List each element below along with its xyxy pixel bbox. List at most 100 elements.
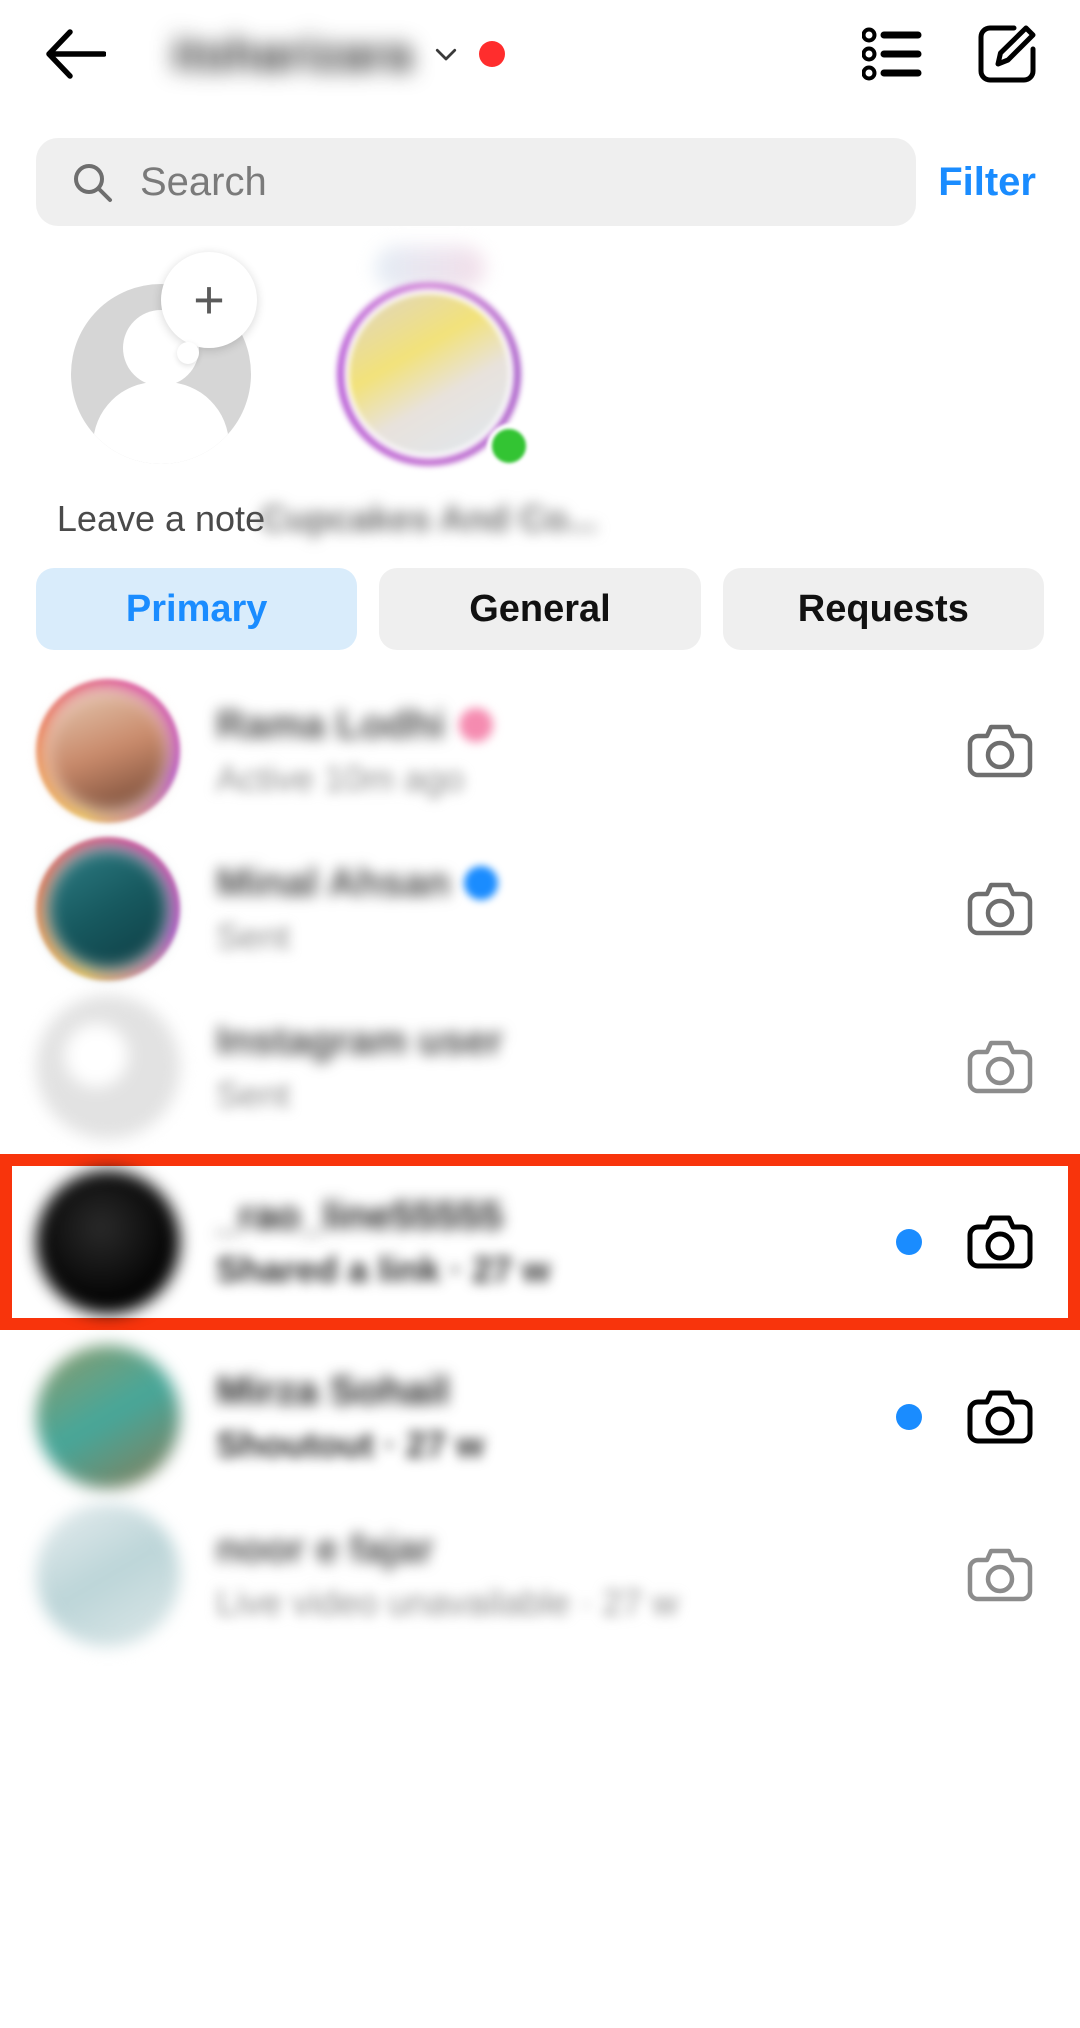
conversation-row[interactable]: Instagram user Sent [0,988,1080,1146]
name-line: noor e fajar [216,1527,678,1572]
tab-primary[interactable]: Primary [36,568,358,650]
conversation-row[interactable]: Minal Ahsan Sent [0,830,1080,988]
conversation-row-highlighted[interactable]: _rao_line55555 Shared a link · 27 w [0,1154,1080,1330]
row-actions [964,1031,1036,1103]
name-line: Mirza Sohail [216,1369,484,1414]
verified-badge-icon [464,866,499,900]
avatar-image [36,1503,180,1647]
camera-button[interactable] [964,1031,1036,1103]
message-preview: Sent [216,1073,291,1115]
story-ring [36,837,180,981]
heart-emoji-icon [458,708,493,742]
conversation-row[interactable]: Rama Lodhi Active 10m ago [0,672,1080,830]
contact-name: Instagram user [216,1018,503,1063]
note-avatar-wrap: + [61,252,261,482]
camera-button[interactable] [964,1206,1036,1278]
account-username: itsharizara [172,28,414,80]
camera-icon [967,1390,1033,1444]
instagram-direct-inbox-screen: itsharizara Search Filter + Leave a note… [0,0,1080,2028]
friend-avatar-image [344,289,514,459]
camera-icon [967,724,1033,778]
new-message-button[interactable] [974,21,1040,87]
chevron-down-icon [436,48,457,61]
conversation-row[interactable]: Mirza Sohail Shoutout · 27 w [0,1338,1080,1496]
header-actions [860,21,1040,87]
note-label: Cupcakes And Co... [260,498,598,539]
avatar [36,679,180,823]
camera-button[interactable] [964,1539,1036,1611]
avatar-image [36,1345,180,1489]
name-line: Instagram user [216,1019,503,1064]
avatar [36,1345,180,1489]
notes-carousel: + Leave a note Cupcakes And Co... [0,226,1080,540]
contact-name: _rao_line55555 [216,1193,503,1238]
filter-button[interactable]: Filter [938,160,1044,205]
message-preview: Shoutout · 27 w [216,1423,484,1465]
message-preview: Active 10m ago [216,757,465,799]
new-message-compose-icon [978,25,1036,83]
unread-indicator-dot [896,1404,922,1430]
avatar [36,995,180,1139]
back-button[interactable] [40,19,110,89]
conversation-row[interactable]: noor e fajar Live video unavailable · 27… [0,1496,1080,1654]
contact-name: noor e fajar [216,1526,434,1571]
note-label: Leave a note [56,498,266,539]
message-preview: Sent [216,915,291,957]
row-actions [964,873,1036,945]
camera-icon [967,1040,1033,1094]
row-actions [964,1539,1036,1611]
row-actions [896,1206,1036,1278]
row-actions [896,1381,1036,1453]
account-switcher[interactable]: itsharizara [172,27,506,81]
unread-indicator-dot [896,1229,922,1255]
row-actions [964,715,1036,787]
conversation-text: Instagram user Sent [216,1019,503,1116]
avatar [36,1503,180,1647]
camera-icon [967,1215,1033,1269]
message-preview: Shared a link · 27 w [216,1248,551,1290]
avatar [36,1170,180,1314]
back-arrow-icon [46,29,106,79]
camera-button[interactable] [964,873,1036,945]
tab-general[interactable]: General [379,568,701,650]
conversation-text: _rao_line55555 Shared a link · 27 w [216,1194,550,1291]
message-requests-list-icon [862,27,922,81]
avatar-image [36,1170,180,1314]
camera-button[interactable] [964,715,1036,787]
name-line: Rama Lodhi [216,703,493,748]
conversation-text: noor e fajar Live video unavailable · 27… [216,1527,678,1624]
camera-button[interactable] [964,1381,1036,1453]
inbox-tabs: Primary General Requests [0,540,1080,650]
camera-icon [967,882,1033,936]
avatar-image [42,685,174,817]
conversation-list: Rama Lodhi Active 10m ago Minal Ahsan Se… [0,672,1080,1654]
name-line: _rao_line55555 [216,1194,550,1239]
search-placeholder: Search [140,159,267,204]
app-header: itsharizara [0,0,1080,108]
contact-name: Rama Lodhi [216,702,445,747]
unread-notification-badge [479,41,506,67]
conversation-text: Mirza Sohail Shoutout · 27 w [216,1369,484,1466]
conversation-text: Minal Ahsan Sent [216,860,499,958]
contact-name: Mirza Sohail [216,1368,450,1413]
story-ring [36,679,180,823]
online-status-dot [487,424,531,468]
avatar [36,837,180,981]
avatar-image [42,843,174,975]
camera-icon [967,1548,1033,1602]
tab-requests[interactable]: Requests [722,568,1044,650]
add-note-bubble[interactable]: + [161,252,257,364]
search-input[interactable]: Search [36,138,917,226]
note-leave-a-note[interactable]: + Leave a note [46,252,276,540]
message-preview: Live video unavailable · 27 w [216,1581,679,1623]
plus-icon: + [193,270,225,330]
note-avatar-wrap [329,246,531,482]
avatar-image [36,995,180,1139]
search-row: Search Filter [0,108,1080,226]
name-line: Minal Ahsan [216,860,499,906]
conversation-text: Rama Lodhi Active 10m ago [216,703,493,800]
message-requests-list-button[interactable] [860,21,926,87]
note-friend[interactable]: Cupcakes And Co... [261,246,597,540]
contact-name: Minal Ahsan [216,860,451,905]
search-icon [74,164,112,202]
